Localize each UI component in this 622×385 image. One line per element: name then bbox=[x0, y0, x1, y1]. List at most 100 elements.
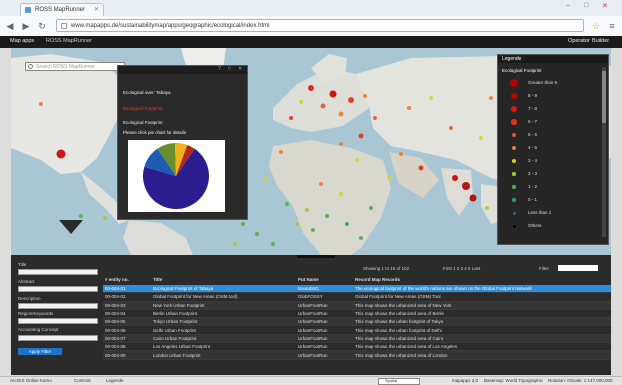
col-header-title[interactable]: Title bbox=[151, 273, 296, 285]
reload-icon[interactable]: ↻ bbox=[36, 20, 48, 32]
map-marker[interactable] bbox=[358, 133, 364, 139]
map-marker[interactable] bbox=[479, 136, 483, 140]
map-marker[interactable] bbox=[399, 152, 403, 156]
description-input[interactable] bbox=[18, 303, 98, 309]
map-marker[interactable] bbox=[485, 206, 489, 210]
map-marker[interactable] bbox=[299, 100, 303, 104]
table-row[interactable]: 00-004-04 Berlin Urban Footprint UrbanFoot… bbox=[103, 309, 611, 319]
table-row[interactable]: 00-004-07 Cairo Urban Footprint UrbanFootR… bbox=[103, 334, 611, 344]
table-row[interactable]: 00-004-01 Ecological Footprint of Tabaya B… bbox=[103, 285, 611, 294]
table-row[interactable]: 00-004-02 Global Footprint for New Areas … bbox=[103, 292, 611, 302]
col-header-id[interactable]: # entity no. bbox=[103, 273, 151, 285]
legend-label: 7 - 8 bbox=[528, 106, 538, 111]
table-filter-input[interactable] bbox=[558, 265, 598, 271]
header-link-1[interactable]: Operator bbox=[568, 38, 590, 44]
apply-filter-button[interactable]: Apply Filter bbox=[18, 348, 62, 355]
map-marker[interactable] bbox=[289, 116, 293, 120]
accounting-input[interactable] bbox=[18, 335, 98, 341]
map-marker[interactable] bbox=[418, 165, 424, 171]
legend-symbol bbox=[510, 79, 518, 87]
table-row[interactable]: 00-004-08 Los Angeles Urban Footprint Urba… bbox=[103, 342, 611, 352]
status-left-2[interactable]: Controls bbox=[74, 378, 91, 383]
map-marker[interactable] bbox=[462, 182, 470, 190]
menu-icon[interactable]: ≡ bbox=[606, 20, 618, 32]
table-cell: This map shows the urbanized area of Cai… bbox=[353, 334, 611, 344]
map-marker[interactable] bbox=[279, 150, 283, 154]
col-header-name[interactable]: Put Name bbox=[296, 273, 353, 285]
table-row[interactable]: 00-004-03 New York Urban Footprint UrbanFo… bbox=[103, 301, 611, 310]
abstract-input[interactable] bbox=[18, 286, 98, 292]
map-marker[interactable] bbox=[308, 85, 314, 91]
minimize-icon[interactable]: – bbox=[566, 2, 570, 9]
map-marker[interactable] bbox=[387, 176, 391, 180]
panel-resize-handle[interactable] bbox=[297, 255, 335, 258]
map-marker[interactable] bbox=[305, 208, 309, 212]
header-link-2[interactable]: Builder bbox=[592, 38, 609, 44]
map-marker[interactable] bbox=[319, 182, 323, 186]
map-marker[interactable] bbox=[295, 222, 299, 226]
region-input[interactable] bbox=[18, 318, 98, 324]
legend-scroll-thumb[interactable] bbox=[602, 71, 606, 123]
map-marker[interactable] bbox=[39, 102, 43, 106]
pager[interactable]: First 1 2 3 4 5 Last bbox=[443, 266, 480, 271]
close-tab-icon[interactable]: ✕ bbox=[94, 4, 99, 16]
map-marker[interactable] bbox=[345, 222, 349, 226]
col-header-desc[interactable]: Record Map Records bbox=[353, 273, 611, 285]
map-marker[interactable] bbox=[449, 126, 453, 130]
pie-chart[interactable] bbox=[128, 140, 225, 212]
map-marker[interactable] bbox=[363, 94, 367, 98]
table-cell: The ecological footprint of the world's … bbox=[353, 285, 611, 294]
map-marker[interactable] bbox=[339, 192, 343, 196]
map-marker[interactable] bbox=[489, 96, 493, 100]
table-row[interactable]: 00-004-06 Delhi Urban Footprint UrbanFootR… bbox=[103, 325, 611, 335]
map-marker[interactable] bbox=[56, 149, 66, 159]
map-marker[interactable] bbox=[338, 111, 344, 117]
map-marker[interactable] bbox=[271, 242, 275, 246]
map-marker[interactable] bbox=[103, 216, 107, 220]
map-marker[interactable] bbox=[373, 116, 377, 120]
maximize-icon[interactable]: □ bbox=[584, 2, 588, 9]
map-marker[interactable] bbox=[320, 103, 326, 109]
bookmark-star-icon[interactable]: ☆ bbox=[590, 20, 602, 32]
map-marker[interactable] bbox=[285, 202, 289, 206]
table-row[interactable]: 00-004-05 Tokyo Urban Footprint UrbanFootR… bbox=[103, 317, 611, 327]
browser-tab[interactable]: ROSS MapRunner ✕ bbox=[20, 3, 104, 16]
pie-chart-svg[interactable] bbox=[128, 140, 225, 212]
legend-label: 3 - 4 bbox=[528, 158, 538, 163]
legend-label: 0 - 1 bbox=[528, 197, 538, 202]
popup-close-icon[interactable]: ✕ bbox=[238, 67, 243, 72]
close-window-icon[interactable]: ✕ bbox=[602, 2, 608, 10]
map-marker[interactable] bbox=[469, 194, 477, 202]
forward-icon[interactable]: ▶ bbox=[20, 20, 32, 32]
map-view[interactable]: Search ROSS MapRunner ? □ ✕ Ecological o… bbox=[11, 48, 611, 255]
map-marker[interactable] bbox=[407, 106, 411, 110]
map-marker[interactable] bbox=[311, 228, 315, 232]
map-marker[interactable] bbox=[255, 232, 259, 236]
map-search-input[interactable]: Search ROSS MapRunner bbox=[25, 62, 125, 71]
browser-toolbar: ◀ ▶ ↻ www.mapapps.de/sustainabilitymap/a… bbox=[0, 16, 622, 37]
table-cell: Tokyo Urban Footprint bbox=[151, 317, 296, 327]
legend-label: Less than 1 bbox=[528, 210, 552, 215]
map-marker[interactable] bbox=[325, 214, 329, 218]
map-marker[interactable] bbox=[452, 175, 458, 181]
status-left-1[interactable]: ArcGIS Online Kamo bbox=[10, 378, 52, 383]
map-marker[interactable] bbox=[79, 214, 83, 218]
back-icon[interactable]: ◀ bbox=[4, 20, 16, 32]
map-marker[interactable] bbox=[355, 158, 359, 162]
map-marker[interactable] bbox=[369, 206, 373, 210]
map-marker[interactable] bbox=[359, 236, 363, 240]
table-row[interactable]: 00-004-09 London Urban Footprint UrbanFoot… bbox=[103, 350, 611, 360]
status-left-3[interactable]: Legende bbox=[106, 378, 124, 383]
popup-maximize-icon[interactable]: □ bbox=[228, 67, 233, 72]
map-marker[interactable] bbox=[329, 90, 337, 98]
map-marker[interactable] bbox=[429, 96, 433, 100]
title-input[interactable] bbox=[18, 269, 98, 275]
map-marker[interactable] bbox=[348, 97, 354, 103]
map-marker[interactable] bbox=[241, 222, 245, 226]
map-marker[interactable] bbox=[263, 178, 267, 182]
popup-help-icon[interactable]: ? bbox=[218, 67, 223, 72]
legend-scrollbar[interactable] bbox=[602, 67, 606, 237]
map-marker[interactable] bbox=[339, 142, 343, 146]
address-bar[interactable]: www.mapapps.de/sustainabilitymap/apps/ge… bbox=[56, 19, 584, 32]
map-marker[interactable] bbox=[233, 242, 237, 246]
